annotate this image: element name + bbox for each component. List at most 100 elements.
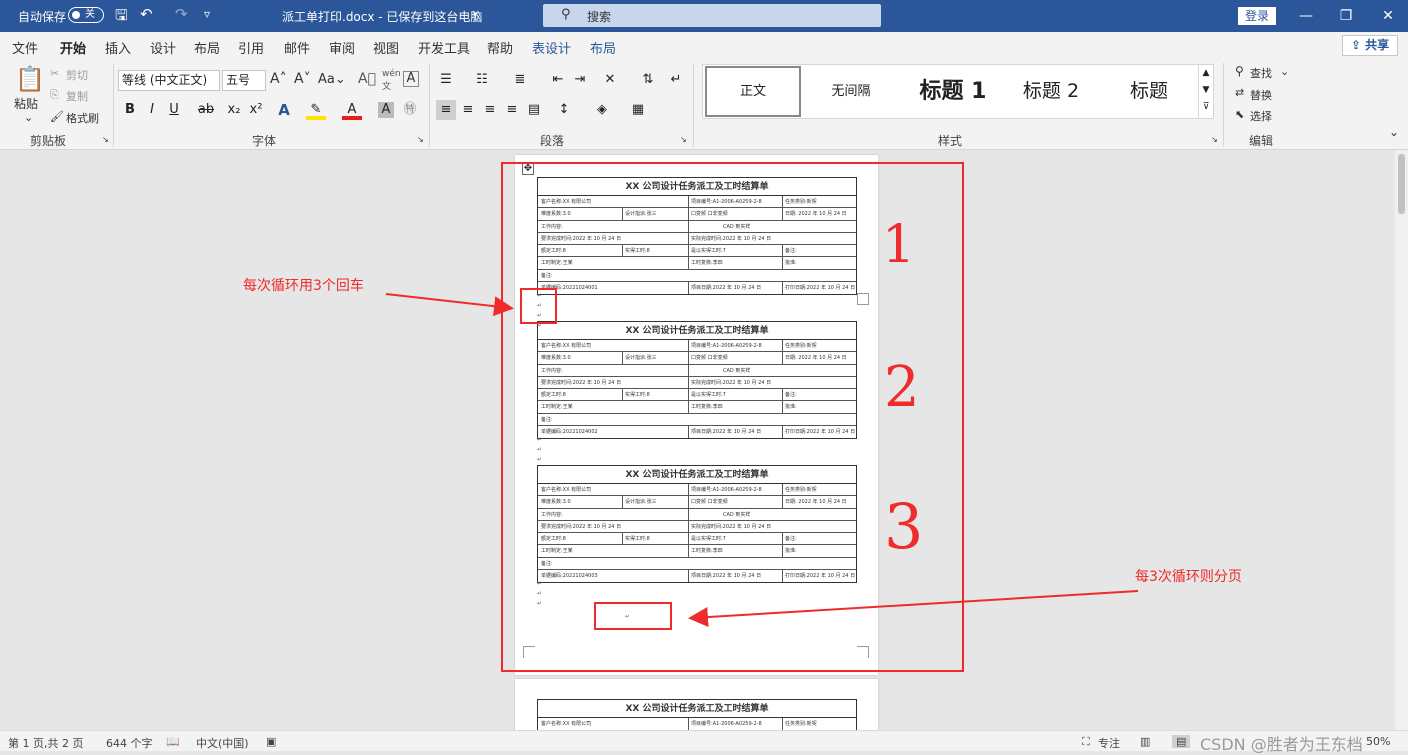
sort-icon[interactable]: ⇅ (638, 70, 658, 90)
font-group-label: 字体 (252, 134, 277, 148)
tab-file[interactable]: 文件 (12, 38, 38, 57)
shading-icon[interactable]: ◈ (592, 100, 612, 120)
customize-qat-icon[interactable]: ▿ (204, 7, 210, 21)
change-case-icon[interactable]: Aa⌄ (318, 72, 346, 87)
paste-dropdown-icon[interactable]: ⌄ (24, 111, 33, 124)
paste-button[interactable]: 粘贴 (14, 95, 38, 112)
tab-developer[interactable]: 开发工具 (418, 38, 470, 57)
collapse-ribbon-icon[interactable]: ⌄ (1389, 125, 1399, 139)
close-icon[interactable]: ✕ (1378, 6, 1398, 26)
clear-formatting-icon[interactable]: A⃠ (358, 71, 376, 87)
multilevel-list-icon[interactable]: ≣ (510, 70, 530, 90)
editing-group-label: 编辑 (1249, 134, 1274, 148)
redo-icon[interactable]: ↷ (175, 5, 188, 23)
underline-icon[interactable]: U (164, 100, 184, 120)
style-no-spacing[interactable]: 无间隔 (803, 65, 899, 118)
search-input: 搜索 (587, 10, 612, 24)
page-count[interactable]: 第 1 页,共 2 页 (8, 735, 83, 751)
enclosed-char-icon[interactable]: ㊕ (400, 100, 420, 120)
zoom-level[interactable]: 50% (1366, 735, 1390, 748)
enclose-char-icon[interactable]: A (403, 71, 419, 87)
align-left-icon[interactable]: ≡ (436, 100, 456, 120)
read-mode-icon[interactable]: ▥ (1140, 735, 1150, 748)
align-center-icon[interactable]: ≡ (458, 100, 478, 120)
highlight-icon[interactable]: ✎ (306, 100, 326, 120)
show-marks-icon[interactable]: ↵ (666, 70, 686, 90)
format-painter-button[interactable]: 格式刷 (66, 110, 99, 126)
tab-home[interactable]: 开始 (60, 38, 87, 63)
tab-layout[interactable]: 布局 (194, 38, 220, 57)
decrease-indent-icon[interactable]: ⇤ (548, 70, 568, 90)
borders-icon[interactable]: ▦ (628, 100, 648, 120)
tab-table-design[interactable]: 表设计 (532, 38, 571, 57)
distributed-icon[interactable]: ▤ (524, 100, 544, 120)
strikethrough-icon[interactable]: ab (196, 100, 216, 120)
tab-references[interactable]: 引用 (238, 38, 264, 57)
tab-insert[interactable]: 插入 (105, 38, 131, 57)
increase-indent-icon[interactable]: ⇥ (570, 70, 590, 90)
numbering-icon[interactable]: ☷ (472, 70, 492, 90)
share-icon: ⇪ (1350, 38, 1361, 52)
language-indicator[interactable]: 中文(中国) (196, 735, 249, 751)
focus-icon[interactable]: ⛶ (1082, 735, 1090, 749)
find-button[interactable]: 查找 (1250, 65, 1272, 81)
document-title[interactable]: 派工单打印.docx - 已保存到这台电脑 (282, 8, 482, 25)
print-layout-icon[interactable]: ▤ (1172, 735, 1191, 748)
autosave-toggle[interactable]: 关 (68, 7, 104, 23)
chinese-layout-icon[interactable]: ✕ (600, 70, 620, 90)
tab-design[interactable]: 设计 (150, 38, 176, 57)
word-count[interactable]: 644 个字 (106, 735, 153, 751)
replace-button[interactable]: 替换 (1250, 87, 1272, 103)
restore-icon[interactable]: ❐ (1336, 6, 1356, 26)
superscript-icon[interactable]: x² (246, 100, 266, 120)
minimize-icon[interactable]: — (1296, 6, 1316, 26)
login-button[interactable]: 登录 (1238, 7, 1276, 25)
tab-help[interactable]: 帮助 (487, 38, 513, 57)
align-right-icon[interactable]: ≡ (480, 100, 500, 120)
select-button[interactable]: 选择 (1250, 108, 1272, 124)
cut-icon: ✂ (50, 67, 60, 80)
text-effects-icon[interactable]: A (274, 100, 294, 120)
scroll-thumb[interactable] (1398, 154, 1405, 214)
tab-review[interactable]: 审阅 (329, 38, 355, 57)
font-color-icon[interactable]: A (342, 100, 362, 120)
style-heading2[interactable]: 标题 2 (1003, 65, 1099, 118)
focus-button[interactable]: 专注 (1098, 735, 1120, 751)
font-name-select[interactable]: 等线 (中文正文) (118, 70, 220, 91)
macro-icon[interactable]: ▣ (266, 735, 276, 748)
chevron-down-icon[interactable]: ⌄ (1280, 65, 1289, 78)
subscript-icon[interactable]: x₂ (224, 100, 244, 120)
style-normal[interactable]: 正文 (705, 66, 801, 117)
dialog-launcher-icon[interactable]: ↘ (680, 135, 687, 144)
vertical-scrollbar[interactable] (1395, 150, 1408, 730)
phonetic-guide-icon[interactable]: wén 文 (382, 69, 401, 92)
cut-button[interactable]: 剪切 (66, 67, 88, 83)
undo-icon[interactable]: ↶ (140, 5, 153, 23)
style-heading1[interactable]: 标题 1 (903, 65, 1003, 118)
tab-mailings[interactable]: 邮件 (284, 38, 310, 57)
justify-icon[interactable]: ≡ (502, 100, 522, 120)
dialog-launcher-icon[interactable]: ↘ (102, 135, 109, 144)
line-spacing-icon[interactable]: ↕ (554, 100, 574, 120)
styles-scroll[interactable]: ▲ ▼ ⊽ (1198, 65, 1213, 118)
italic-icon[interactable]: I (142, 100, 162, 120)
dialog-launcher-icon[interactable]: ↘ (1211, 135, 1218, 144)
paste-icon[interactable]: 📋 (15, 65, 45, 93)
tab-table-layout[interactable]: 布局 (590, 38, 616, 57)
proofing-icon[interactable]: 📖 (166, 735, 180, 748)
char-shading-icon[interactable]: A (378, 102, 394, 118)
chevron-down-icon[interactable]: ▾ (473, 10, 478, 20)
save-icon[interactable]: 🖫 (115, 5, 128, 30)
grow-font-icon[interactable]: A˄ (270, 71, 287, 87)
copy-button[interactable]: 复制 (66, 88, 88, 104)
shrink-font-icon[interactable]: A˅ (294, 71, 311, 87)
document-canvas[interactable]: ✥ XX 公司设计任务派工及工时结算单 客户名称:XX 有限公司 项目编号:A1-2… (0, 150, 1395, 730)
bullets-icon[interactable]: ☰ (436, 70, 456, 90)
style-title[interactable]: 标题 (1103, 65, 1195, 118)
dialog-launcher-icon[interactable]: ↘ (417, 135, 424, 144)
tab-view[interactable]: 视图 (373, 38, 399, 57)
search-box[interactable]: ⚲ 搜索 (543, 4, 881, 27)
share-button[interactable]: ⇪ 共享 (1342, 35, 1398, 56)
font-size-select[interactable]: 五号 (222, 70, 266, 91)
bold-icon[interactable]: B (120, 100, 140, 120)
